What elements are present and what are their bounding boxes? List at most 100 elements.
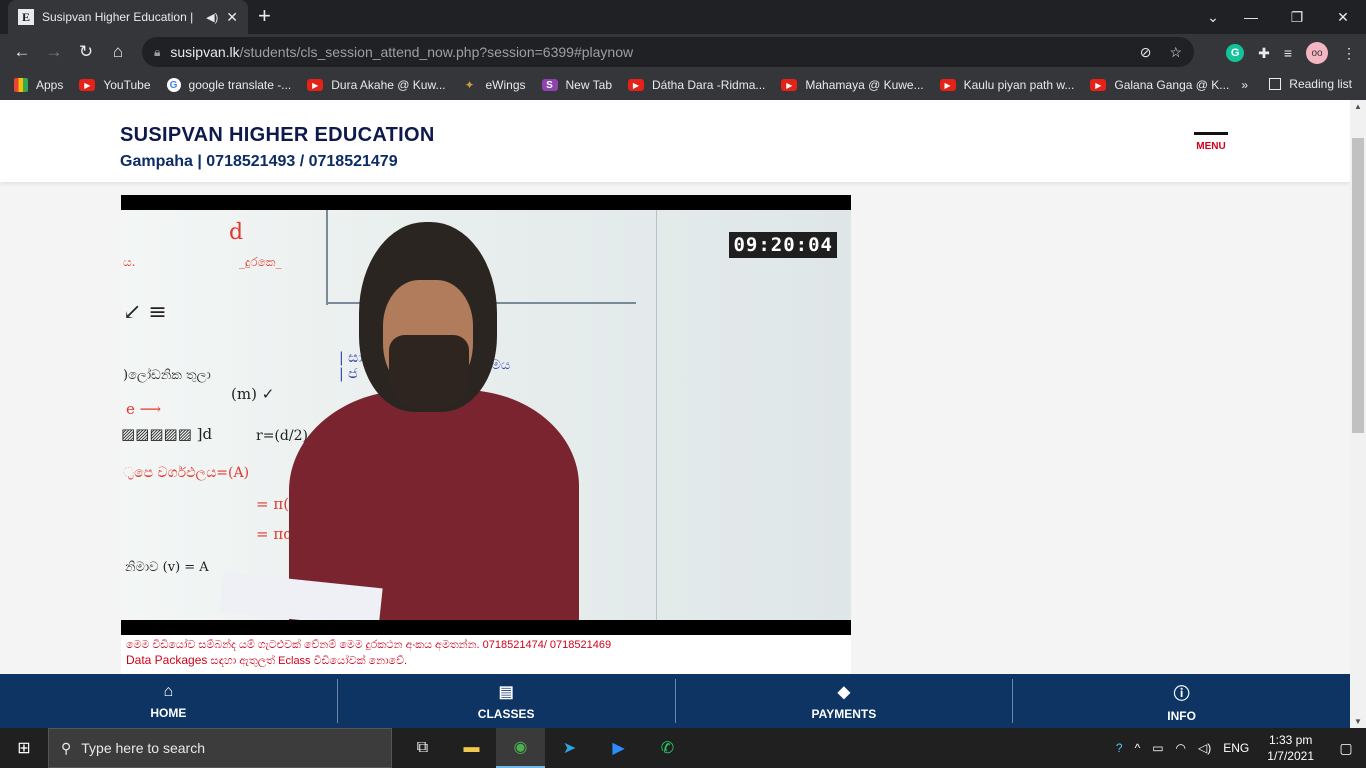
bookmark-ewings[interactable]: ✦ eWings [462,78,525,92]
new-tab-button[interactable]: + [258,5,271,27]
eye-off-icon[interactable]: ⊘ [1140,44,1152,61]
puzzle-icon[interactable]: ✚ [1258,45,1270,62]
clock-date: 1/7/2021 [1267,749,1314,763]
volume-icon[interactable]: ◁) [1198,741,1211,755]
menu-label: MENU [1196,141,1226,152]
bookmark-star-icon[interactable]: ☆ [1169,44,1182,61]
close-window-button[interactable]: ✕ [1320,9,1366,26]
reload-button[interactable]: ↻ [70,42,102,62]
restore-button[interactable]: ❐ [1274,9,1320,26]
nav-home[interactable]: ⌂ HOME [0,679,338,723]
page-scrollbar[interactable]: ▲ ▼ [1350,100,1366,728]
site-brand[interactable]: SUSIPVAN HIGHER EDUCATION [120,124,435,147]
board-writing: ්‍රපෙ වර්ගඵලය=(A) [123,465,250,481]
address-bar[interactable]: 🔒︎ susipvan.lk /students/cls_session_att… [142,37,1194,67]
bookmark-mahamaya[interactable]: ▶ Mahamaya @ Kuwe... [781,78,924,92]
minimize-button[interactable]: — [1228,9,1274,25]
battery-icon[interactable]: ▭ [1152,741,1163,755]
notification-icon[interactable]: ▢ [1326,740,1366,757]
board-writing: r=(d/2) [256,428,308,444]
board-writing: _දුරකෙ_ [239,255,282,269]
scroll-thumb[interactable] [1352,138,1364,433]
bookmark-datha-dara[interactable]: ▶ Dátha Dara -Ridma... [628,78,765,92]
file-explorer-icon[interactable]: ▬ [447,728,496,768]
whatsapp-icon[interactable]: ✆ [643,728,692,768]
telegram-icon[interactable]: ➤ [545,728,594,768]
bookmark-galana-ganga[interactable]: ▶ Galana Ganga @ K... [1090,78,1229,92]
nav-classes[interactable]: ▤ CLASSES [338,679,676,723]
speaker-icon[interactable]: ◀︎) [206,11,218,24]
profile-avatar[interactable]: oo [1306,42,1328,64]
bookmark-kaulu-piyan[interactable]: ▶ Kaulu piyan path w... [939,78,1074,92]
windows-start-icon[interactable]: ⊞ [0,738,48,758]
reading-list-button[interactable]: Reading list [1269,77,1352,91]
board-writing: = π( [256,495,290,513]
bookmark-dura-akahe[interactable]: ▶ Dura Akahe @ Kuw... [307,78,446,92]
url-host: susipvan.lk [170,44,240,60]
info-icon: ⓘ [1173,685,1190,703]
language-indicator[interactable]: ENG [1223,741,1249,755]
tab-favicon-icon: E [18,9,34,25]
wifi-icon[interactable]: ◠ [1176,741,1186,755]
bookmark-google-translate[interactable]: Ggoogle translate -... [166,78,291,92]
caption-highlight: Data Packages [126,653,208,667]
nav-info[interactable]: ⓘ INFO [1013,679,1350,723]
video-frame: d _දුරකෙ_ ය. ↙ ≡ )ලෝඩනික තුලා (m) ✓ e ⟶ … [121,210,851,620]
site-header: SUSIPVAN HIGHER EDUCATION Gampaha | 0718… [0,100,1350,182]
kebab-menu-icon[interactable]: ⋮ [1342,45,1356,62]
bookmarks-bar: Apps ▶ YouTube Ggoogle translate -... ▶ Du… [0,70,1366,100]
taskbar-clock[interactable]: 1:33 pm 1/7/2021 [1267,732,1314,764]
bottom-navigation: ⌂ HOME ▤ CLASSES ◆ PAYMENTS ⓘ INFO [0,674,1350,728]
bookmark-new-tab[interactable]: S New Tab [541,78,612,92]
menu-button[interactable]: MENU [1194,132,1228,152]
scroll-down-arrow-icon[interactable]: ▼ [1354,717,1362,726]
nav-payments[interactable]: ◆ PAYMENTS [676,679,1014,723]
s-logo-icon: S [541,79,558,91]
back-button[interactable]: ← [6,42,38,62]
windows-taskbar: ⊞ ⚲ Type here to search ⧉ ▬ ◉ ➤ ▶ ✆ ? ^ … [0,728,1366,768]
grammarly-icon[interactable]: G [1226,44,1245,62]
google-icon: G [166,78,181,92]
window-controls: ⌄ — ❐ ✕ [1198,0,1366,34]
apps-grid-icon [14,78,28,92]
chrome-icon[interactable]: ◉ [496,728,545,768]
help-icon[interactable]: ? [1116,741,1123,755]
page-viewport: SUSIPVAN HIGHER EDUCATION Gampaha | 0718… [0,100,1350,728]
media-control-icon[interactable]: ≡ [1284,45,1292,61]
browser-tab-strip: E Susipvan Higher Education | ◀︎) ✕ + ⌄ … [0,0,1366,34]
bookmark-apps[interactable]: Apps [14,78,63,92]
clock-time: 1:33 pm [1268,733,1313,747]
url-path: /students/cls_session_attend_now.php?ses… [239,44,634,60]
reading-list-icon [1269,78,1282,90]
tab-title: Susipvan Higher Education | [42,10,194,24]
forward-button[interactable]: → [38,42,70,62]
caption-rest: සඳහා ඇතුලත් Eclass වීඩියෝවක් නොවේ. [207,655,408,667]
youtube-icon: ▶ [79,79,96,91]
zoom-icon[interactable]: ▶ [594,728,643,768]
chevron-up-icon[interactable]: ^ [1135,741,1141,755]
classes-icon: ▤ [498,683,514,701]
tab-search-icon[interactable]: ⌄ [1198,9,1228,26]
caption-line-1: මෙම වීඩියෝව සම්බන්ද යම් ගැටළුවක් වේනම් ම… [126,639,612,651]
bookmark-youtube[interactable]: ▶ YouTube [79,78,151,92]
youtube-icon: ▶ [1090,79,1107,91]
lock-icon[interactable]: 🔒︎ [154,45,160,60]
taskbar-search[interactable]: ⚲ Type here to search [48,728,392,768]
video-timer: 09:20:04 [729,232,837,258]
browser-tab[interactable]: E Susipvan Higher Education | ◀︎) ✕ [8,0,248,34]
browser-toolbar: ← → ↻ ⌂ 🔒︎ susipvan.lk /students/cls_ses… [0,34,1366,70]
bookmarks-more-button[interactable]: » [1241,78,1248,92]
system-tray: ? ^ ▭ ◠ ◁) ENG 1:33 pm 1/7/2021 ▢ [1110,728,1366,768]
youtube-icon: ▶ [781,79,798,91]
close-tab-icon[interactable]: ✕ [226,9,238,26]
search-icon: ⚲ [61,739,72,756]
task-view-icon[interactable]: ⧉ [398,728,447,768]
home-button[interactable]: ⌂ [102,42,134,62]
youtube-icon: ▶ [628,79,644,91]
board-writing: ↙ ≡ [123,300,167,325]
hamburger-icon [1194,132,1228,135]
video-player[interactable]: d _දුරකෙ_ ය. ↙ ≡ )ලෝඩනික තුලා (m) ✓ e ⟶ … [121,195,851,635]
scroll-up-arrow-icon[interactable]: ▲ [1354,102,1362,111]
site-contact: Gampaha | 0718521493 / 0718521479 [120,153,398,170]
board-writing: ය. [123,255,136,269]
